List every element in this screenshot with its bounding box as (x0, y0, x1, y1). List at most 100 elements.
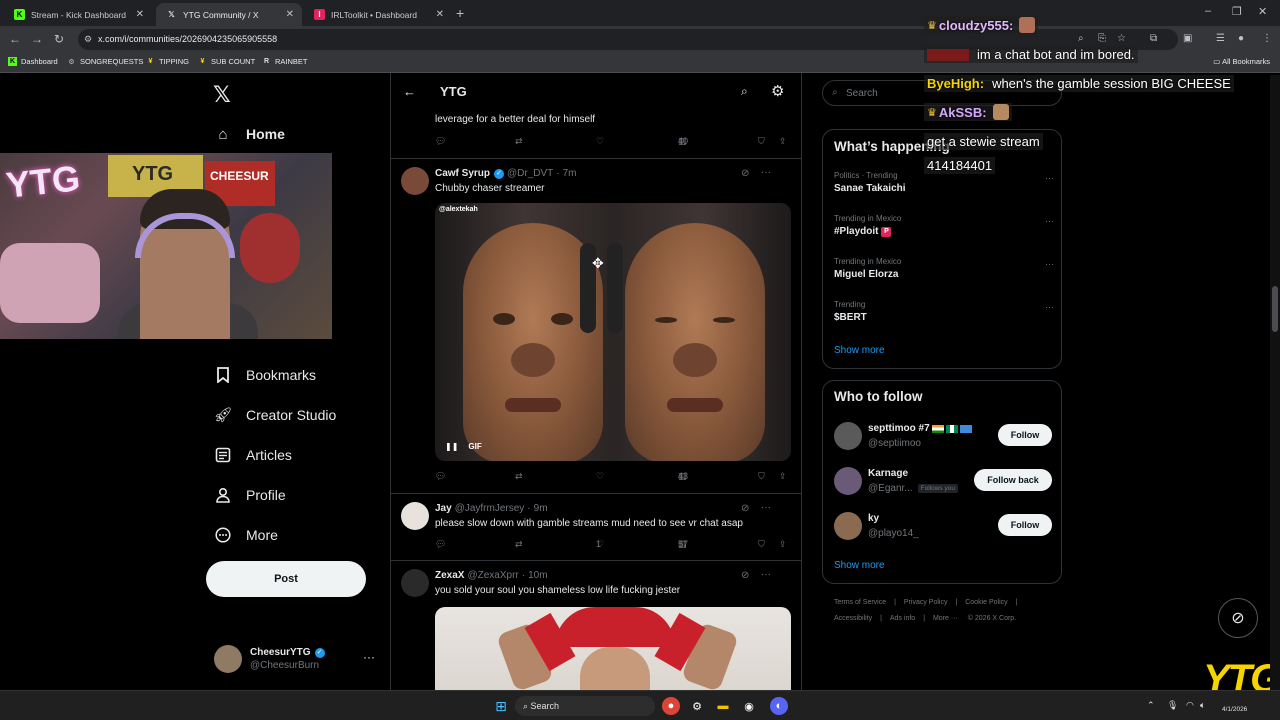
kebab-menu-icon[interactable]: ⋮ (1262, 33, 1272, 44)
close-icon[interactable]: ✕ (286, 9, 294, 20)
footer-more[interactable]: More ··· (933, 615, 958, 622)
chrome-icon[interactable]: ● (662, 697, 680, 715)
footer-accessibility[interactable]: Accessibility (834, 615, 872, 622)
volume-icon[interactable]: 🔈︎ (1200, 700, 1205, 711)
discord-icon[interactable]: ◐ (770, 697, 788, 715)
nav-home[interactable]: ⌂ Home (214, 125, 284, 143)
footer-terms[interactable]: Terms of Service (834, 599, 886, 606)
bookmark-songrequests[interactable]: ⚙ SONGREQUESTS (67, 57, 143, 66)
window-close-icon[interactable]: ✕ (1258, 5, 1267, 18)
taskbar-date[interactable]: 4/1/2026 (1222, 706, 1247, 713)
follow-back-button[interactable]: Follow back (974, 469, 1052, 491)
x-logo-icon[interactable]: 𝕏 (213, 82, 231, 108)
bookmark-tipping[interactable]: ¥ TIPPING (146, 57, 189, 66)
avatar[interactable] (401, 502, 429, 530)
bookmark-rainbet[interactable]: R RAINBET (262, 57, 308, 66)
tweet-author-name[interactable]: ZexaX (435, 570, 464, 581)
new-tab-icon[interactable]: + (456, 5, 464, 21)
footer-privacy[interactable]: Privacy Policy (904, 599, 948, 606)
tweet-card[interactable]: leverage for a better deal for himself 💬… (391, 111, 801, 159)
windows-start-icon[interactable]: ⊞ (492, 697, 510, 715)
tweet-author-handle[interactable]: @ZexaXprr (467, 570, 518, 581)
follow-button[interactable]: Follow (998, 424, 1052, 446)
bookmark-icon[interactable]: ⛉ (758, 136, 765, 147)
maximize-icon[interactable]: ❐ (1232, 5, 1242, 18)
file-explorer-icon[interactable]: ▬ (714, 697, 732, 715)
avatar[interactable] (834, 467, 862, 495)
star-icon[interactable]: ☆ (1117, 33, 1126, 44)
tweet-time[interactable]: 9m (534, 503, 548, 514)
taskbar-search[interactable]: ⌕ Search (515, 696, 655, 716)
trend-item[interactable]: Trending in Mexico #Playdoit P ··· (834, 214, 1054, 237)
retweet-icon[interactable]: ⇄ (515, 136, 523, 147)
grok-icon[interactable]: ⊘ (741, 503, 749, 514)
footer-ads-info[interactable]: Ads info (890, 615, 915, 622)
all-bookmarks[interactable]: ▭ All Bookmarks (1213, 57, 1270, 66)
like-icon[interactable]: ♡ (596, 471, 604, 482)
tweet-gif[interactable]: @alextekah ❚❚ GIF (435, 203, 791, 461)
cast-icon[interactable]: ⎘ (1098, 33, 1106, 44)
nav-creator-studio[interactable]: 🚀︎ Creator Studio (213, 406, 336, 424)
search-icon[interactable]: ⌕ (741, 84, 748, 99)
share-icon[interactable]: ⇪ (779, 136, 787, 147)
follow-suggestion[interactable]: septtimoo #7 @septiimoo Follow (834, 421, 1054, 453)
avatar[interactable] (401, 167, 429, 195)
bookmark-sub-count[interactable]: ¥ SUB COUNT (198, 57, 256, 66)
nav-bookmarks[interactable]: Bookmarks (214, 366, 316, 384)
close-icon[interactable]: ✕ (136, 9, 144, 20)
show-more-link[interactable]: Show more (834, 560, 885, 571)
trend-item[interactable]: Trending in Mexico Miguel Elorza ··· (834, 257, 1054, 280)
back-arrow-icon[interactable]: ← (403, 84, 416, 99)
post-button[interactable]: Post (206, 561, 366, 597)
steam-icon[interactable]: ◉ (740, 697, 758, 715)
nav-articles[interactable]: Articles (214, 446, 292, 464)
tweet-time[interactable]: 7m (563, 168, 577, 179)
share-icon[interactable]: ⇪ (779, 471, 787, 482)
settings-icon[interactable]: ⚙ (688, 697, 706, 715)
like-icon[interactable]: ♡ (596, 136, 604, 147)
show-more-link[interactable]: Show more (834, 345, 885, 356)
sidebar-icon[interactable]: ▣ (1183, 33, 1192, 44)
more-dots-icon[interactable]: ··· (1045, 216, 1054, 226)
nav-more[interactable]: More (214, 526, 278, 544)
tweet-author-name[interactable]: Jay (435, 503, 452, 514)
back-arrow-icon[interactable]: ← (9, 32, 21, 46)
follow-suggestion[interactable]: Karnage @Eganr... Follows you Follow back (834, 466, 1054, 498)
trend-item[interactable]: Politics · Trending Sanae Takaichi ··· (834, 171, 1054, 194)
bookmark-dashboard[interactable]: K Dashboard (8, 57, 58, 66)
retweet-icon[interactable]: ⇄ (515, 471, 523, 482)
more-dots-icon[interactable]: ··· (1045, 302, 1054, 312)
tweet-options-icon[interactable]: ··· (761, 569, 771, 580)
footer-cookie[interactable]: Cookie Policy (965, 599, 1007, 606)
tab-irltoolkit[interactable]: I IRLToolkit • Dashboard ✕ (304, 3, 452, 26)
more-dots-icon[interactable]: ··· (1045, 173, 1054, 183)
reply-icon[interactable]: 💬︎ (435, 471, 446, 482)
bookmark-icon[interactable]: ⛉ (758, 471, 765, 482)
tweet-options-icon[interactable]: ··· (761, 167, 771, 178)
trend-item[interactable]: Trending $BERT ··· (834, 300, 1054, 323)
tweet-author-handle[interactable]: @Dr_DVT (507, 168, 553, 179)
grok-button[interactable]: ⊘ (1218, 598, 1258, 638)
tweet-time[interactable]: 10m (528, 570, 547, 581)
profile-avatar-icon[interactable]: ● (1238, 33, 1244, 44)
grok-icon[interactable]: ⊘ (741, 168, 749, 179)
page-scrollbar-track[interactable] (1270, 75, 1280, 695)
close-icon[interactable]: ✕ (436, 9, 444, 20)
site-info-icon[interactable]: ⚙ (84, 34, 92, 45)
tab-kick-dashboard[interactable]: K Stream - Kick Dashboard ✕ (4, 3, 152, 26)
avatar[interactable] (834, 512, 862, 540)
follow-button[interactable]: Follow (998, 514, 1052, 536)
wifi-icon[interactable]: ◠ (1186, 700, 1194, 711)
share-icon[interactable]: ⇪ (779, 539, 787, 550)
zoom-icon[interactable]: ⌕ (1078, 33, 1084, 44)
avatar[interactable] (834, 422, 862, 450)
reply-icon[interactable]: 💬︎ (435, 136, 446, 147)
nav-profile[interactable]: Profile (214, 486, 286, 504)
tweet-author-handle[interactable]: @JayfrmJersey (455, 503, 525, 514)
grok-icon[interactable]: ⊘ (741, 570, 749, 581)
tune-icon[interactable]: ☰ (1216, 33, 1225, 44)
minimize-icon[interactable]: – (1205, 5, 1211, 17)
tweet-card[interactable]: Cawf Syrup ✓ @Dr_DVT · 7m ⊘ ··· Chubby c… (391, 159, 801, 494)
account-switcher[interactable]: CheesurYTG ✓ @CheesurBurn (214, 645, 325, 673)
tweet-card[interactable]: Jay @JayfrmJersey · 9m ⊘ ··· please slow… (391, 494, 801, 561)
